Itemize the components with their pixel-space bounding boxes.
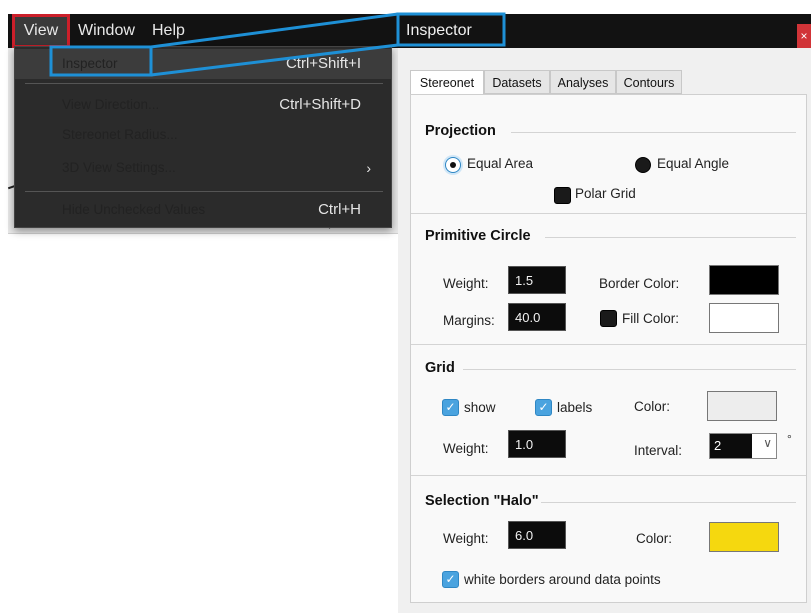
- fill-color-swatch[interactable]: [709, 303, 779, 333]
- white-borders-checkbox[interactable]: ✓: [442, 571, 459, 588]
- section-rule: [511, 132, 796, 133]
- halo-weight-field[interactable]: 6.0: [508, 521, 566, 549]
- section-divider: [411, 213, 806, 214]
- menu-item-hide-unchecked[interactable]: Hide Unchecked Values Ctrl+H: [15, 195, 391, 225]
- section-rule: [545, 237, 796, 238]
- inspector-title-bar: Inspector ×: [398, 14, 811, 48]
- chevron-down-icon: ∨: [763, 436, 772, 450]
- radio-equal-angle[interactable]: [635, 157, 651, 173]
- fill-color-checkbox[interactable]: [600, 310, 617, 327]
- menu-item-label: 3D View Settings...: [62, 160, 176, 175]
- margins-label: Margins:: [443, 313, 495, 328]
- primitive-margins-field[interactable]: 40.0: [508, 303, 566, 331]
- section-title-grid: Grid: [425, 360, 455, 376]
- close-button[interactable]: ×: [797, 24, 811, 48]
- menu-item-shortcut: Ctrl+H: [318, 201, 361, 218]
- section-divider: [411, 475, 806, 476]
- grid-labels-label: labels: [557, 400, 593, 415]
- section-title-primitive-circle: Primitive Circle: [425, 228, 531, 244]
- inspector-title: Inspector: [406, 22, 472, 39]
- section-title-projection: Projection: [425, 123, 496, 139]
- interval-value: 2: [710, 434, 752, 458]
- stereonet-panel: Projection Equal Area Equal Angle Polar …: [410, 94, 807, 603]
- section-title-selection-halo: Selection "Halo": [425, 493, 539, 509]
- interval-label: Interval:: [634, 443, 683, 458]
- equal-area-label: Equal Area: [467, 156, 534, 171]
- border-color-label: Border Color:: [599, 276, 680, 291]
- menu-item-shortcut: Ctrl+Shift+D: [279, 96, 361, 113]
- section-rule: [541, 502, 796, 503]
- menu-help[interactable]: Help: [152, 14, 185, 48]
- grid-color-label: Color:: [634, 399, 671, 414]
- border-color-swatch[interactable]: [709, 265, 779, 295]
- interval-select[interactable]: 2 ∨: [709, 433, 777, 459]
- menu-window[interactable]: Window: [78, 14, 135, 48]
- grid-show-label: show: [464, 400, 496, 415]
- menu-separator: [25, 191, 383, 192]
- menu-item-stereonet-radius[interactable]: Stereonet Radius...: [15, 120, 391, 150]
- menu-item-3d-view-settings[interactable]: 3D View Settings... ›: [15, 153, 391, 183]
- section-rule: [463, 369, 796, 370]
- radio-equal-area[interactable]: [445, 157, 461, 173]
- grid-show-checkbox[interactable]: ✓: [442, 399, 459, 416]
- menu-item-inspector[interactable]: Inspector Ctrl+Shift+I: [15, 49, 391, 79]
- menu-separator: [25, 83, 383, 84]
- tab-analyses[interactable]: Analyses: [550, 70, 616, 94]
- menu-item-label: Hide Unchecked Values: [62, 202, 206, 217]
- halo-weight-label: Weight:: [443, 531, 489, 546]
- tab-stereonet[interactable]: Stereonet: [410, 70, 484, 95]
- polar-grid-checkbox[interactable]: [554, 187, 571, 204]
- tab-datasets[interactable]: Datasets: [484, 70, 550, 94]
- menu-item-view-direction[interactable]: View Direction... Ctrl+Shift+D: [15, 90, 391, 120]
- degree-unit: °: [787, 432, 792, 446]
- halo-color-swatch[interactable]: [709, 522, 779, 552]
- menu-item-label: Inspector: [62, 56, 118, 71]
- primitive-weight-field[interactable]: 1.5: [508, 266, 566, 294]
- section-divider: [411, 344, 806, 345]
- halo-color-label: Color:: [636, 531, 673, 546]
- submenu-arrow-icon: ›: [366, 160, 371, 176]
- inspector-window: Stereonet Datasets Analyses Contours Pro…: [398, 48, 811, 613]
- grid-labels-checkbox[interactable]: ✓: [535, 399, 552, 416]
- grid-weight-label: Weight:: [443, 441, 489, 456]
- fill-color-label: Fill Color:: [622, 311, 680, 326]
- polar-grid-label: Polar Grid: [575, 186, 636, 201]
- menu-bar: View Window Help: [8, 14, 400, 48]
- weight-label: Weight:: [443, 276, 489, 291]
- menu-view[interactable]: View: [12, 14, 70, 48]
- menu-item-label: View Direction...: [62, 97, 160, 112]
- menu-item-label: Stereonet Radius...: [62, 127, 178, 142]
- white-borders-label: white borders around data points: [464, 572, 661, 587]
- tab-contours[interactable]: Contours: [616, 70, 682, 94]
- view-dropdown-menu: Inspector Ctrl+Shift+I View Direction...…: [14, 46, 392, 228]
- menu-item-shortcut: Ctrl+Shift+I: [285, 55, 361, 72]
- equal-angle-label: Equal Angle: [657, 156, 730, 171]
- grid-color-swatch[interactable]: [707, 391, 777, 421]
- grid-weight-field[interactable]: 1.0: [508, 430, 566, 458]
